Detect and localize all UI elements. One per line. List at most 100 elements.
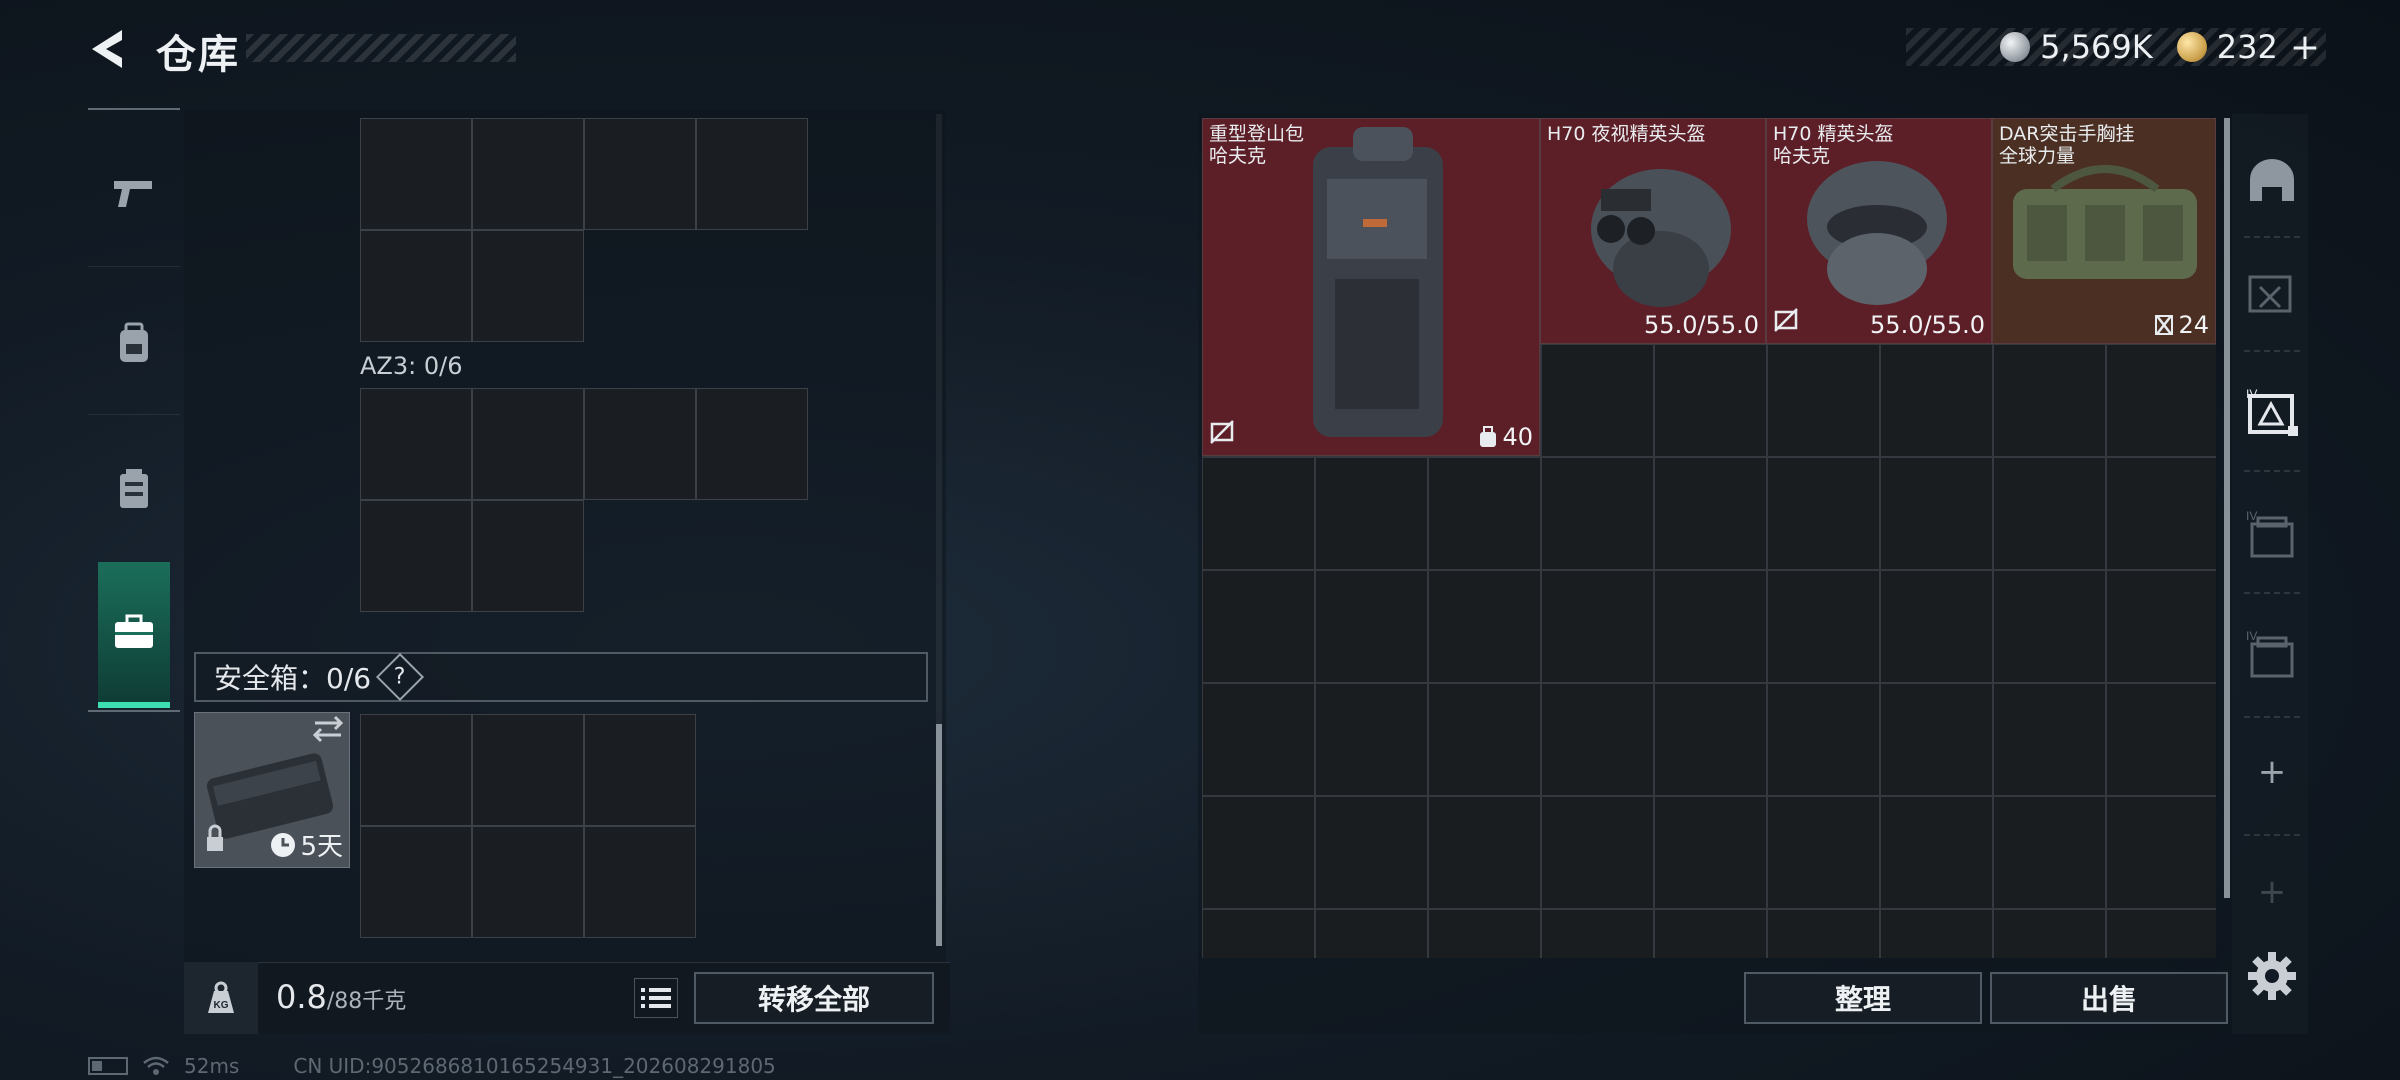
grid-cell[interactable] — [360, 826, 472, 938]
grid-cell[interactable] — [1428, 683, 1541, 796]
grid-cell[interactable] — [584, 118, 696, 230]
grid-cell[interactable] — [1767, 909, 1880, 958]
grid-cell[interactable] — [1654, 570, 1767, 683]
tab-weapons[interactable] — [88, 120, 180, 266]
grid-cell[interactable] — [2106, 344, 2216, 457]
list-view-button[interactable] — [634, 978, 678, 1018]
grid-cell[interactable] — [360, 500, 472, 612]
grid-cell[interactable] — [1993, 344, 2106, 457]
grid-cell[interactable] — [1428, 457, 1541, 570]
organize-button[interactable]: 整理 — [1744, 972, 1982, 1024]
grid-cell[interactable] — [1202, 909, 1315, 958]
grid-cell[interactable] — [696, 118, 808, 230]
grid-cell[interactable] — [1541, 796, 1654, 909]
item-dar-chest-rig[interactable]: DAR突击手胸挂 全球力量 24 — [1992, 118, 2216, 344]
settings-gear-icon[interactable] — [2246, 950, 2298, 1002]
add-slot-button[interactable]: + — [2244, 752, 2300, 792]
grid-cell[interactable] — [584, 388, 696, 500]
container-scrollbar-thumb[interactable] — [2224, 118, 2230, 898]
category-rail — [88, 108, 180, 712]
safe-box-label: 安全箱：0/6 — [214, 662, 372, 695]
grid-cell[interactable] — [360, 118, 472, 230]
help-icon[interactable]: ? — [376, 652, 425, 702]
grid-cell[interactable] — [1541, 570, 1654, 683]
grid-cell[interactable] — [1993, 683, 2106, 796]
safe-box-item[interactable]: 5天 — [194, 712, 350, 868]
storage-scrollbar-thumb[interactable] — [936, 724, 942, 946]
grid-cell[interactable] — [1654, 683, 1767, 796]
grid-cell[interactable] — [1880, 344, 1993, 457]
grid-cell[interactable] — [1315, 796, 1428, 909]
grid-cell[interactable] — [472, 500, 584, 612]
case-slot-icon[interactable]: IV — [2244, 508, 2300, 564]
grid-cell[interactable] — [1880, 909, 1993, 958]
grid-cell[interactable] — [1654, 457, 1767, 570]
grid-cell[interactable] — [1202, 457, 1315, 570]
grid-cell[interactable] — [1315, 457, 1428, 570]
grid-cell[interactable] — [1315, 909, 1428, 958]
grid-cell[interactable] — [1767, 344, 1880, 457]
sell-button[interactable]: 出售 — [1990, 972, 2228, 1024]
grid-cell[interactable] — [1654, 909, 1767, 958]
battery-icon — [88, 1057, 128, 1075]
back-button[interactable] — [86, 24, 136, 74]
grid-cell[interactable] — [2106, 796, 2216, 909]
grid-cell[interactable] — [2106, 683, 2216, 796]
case2-slot-icon[interactable]: IV — [2244, 628, 2300, 684]
grid-cell[interactable] — [1880, 683, 1993, 796]
grid-cell[interactable] — [472, 230, 584, 342]
grid-cell[interactable] — [1767, 796, 1880, 909]
grid-cell[interactable] — [1315, 570, 1428, 683]
grid-cell[interactable] — [696, 388, 808, 500]
grid-cell[interactable] — [360, 230, 472, 342]
grid-cell[interactable] — [360, 388, 472, 500]
add-currency-button[interactable]: + — [2290, 27, 2320, 68]
grid-cell[interactable] — [1541, 909, 1654, 958]
grid-cell[interactable] — [1428, 570, 1541, 683]
grid-cell[interactable] — [1767, 570, 1880, 683]
grid-cell[interactable] — [1541, 344, 1654, 457]
grid-cell[interactable] — [1880, 570, 1993, 683]
grid-cell[interactable] — [1654, 344, 1767, 457]
tab-vest[interactable] — [88, 416, 180, 562]
grid-cell[interactable] — [472, 826, 584, 938]
grid-cell[interactable] — [472, 388, 584, 500]
gold-currency-value: 232 — [2216, 28, 2278, 66]
armor-slot-icon[interactable] — [2244, 266, 2300, 322]
grid-cell[interactable] — [1993, 570, 2106, 683]
tab-safe-box[interactable] — [98, 562, 170, 708]
grid-cell[interactable] — [472, 118, 584, 230]
grid-cell[interactable] — [1202, 570, 1315, 683]
grid-cell[interactable] — [584, 714, 696, 826]
grid-cell[interactable] — [2106, 570, 2216, 683]
grid-cell[interactable] — [1767, 683, 1880, 796]
helmet-slot-icon[interactable] — [2244, 152, 2300, 208]
grid-cell[interactable] — [1541, 683, 1654, 796]
item-heavy-backpack[interactable]: 重型登山包 哈夫克 40 — [1202, 118, 1540, 456]
grid-cell[interactable] — [472, 714, 584, 826]
grid-cell[interactable] — [584, 826, 696, 938]
grid-cell[interactable] — [1202, 683, 1315, 796]
rig-slot-icon[interactable]: IV — [2244, 386, 2300, 442]
grid-cell[interactable] — [2106, 909, 2216, 958]
capacity-icon — [1480, 426, 1497, 447]
grid-cell[interactable] — [1654, 796, 1767, 909]
grid-cell[interactable] — [1767, 457, 1880, 570]
grid-cell[interactable] — [1880, 457, 1993, 570]
grid-cell[interactable] — [1541, 457, 1654, 570]
tab-backpack[interactable] — [88, 270, 180, 416]
grid-cell[interactable] — [1202, 796, 1315, 909]
grid-cell[interactable] — [1880, 796, 1993, 909]
grid-cell[interactable] — [1993, 909, 2106, 958]
grid-cell[interactable] — [1993, 457, 2106, 570]
grid-cell[interactable] — [1993, 796, 2106, 909]
grid-cell[interactable] — [2106, 457, 2216, 570]
grid-cell[interactable] — [1315, 683, 1428, 796]
transfer-all-button[interactable]: 转移全部 — [694, 972, 934, 1024]
grid-cell[interactable] — [1428, 909, 1541, 958]
add-slot-button-disabled: + — [2257, 872, 2287, 912]
item-h70-elite-helmet[interactable]: H70 精英头盔 哈夫克 55.0/55.0 — [1766, 118, 1992, 344]
grid-cell[interactable] — [360, 714, 472, 826]
item-h70-nv-helmet[interactable]: H70 夜视精英头盔 55.0/55.0 — [1540, 118, 1766, 344]
grid-cell[interactable] — [1428, 796, 1541, 909]
